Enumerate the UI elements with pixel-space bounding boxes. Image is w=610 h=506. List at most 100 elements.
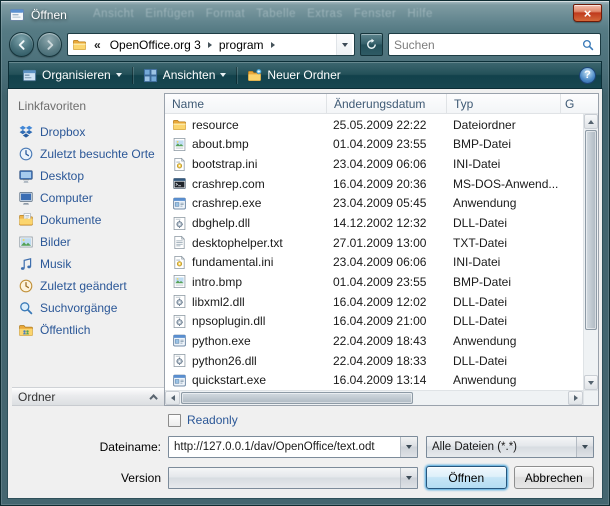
window-title: Öffnen xyxy=(31,8,67,22)
scroll-up-button[interactable] xyxy=(584,114,598,129)
column-header-date[interactable]: Änderungsdatum xyxy=(327,94,447,113)
sidebar-item[interactable]: Öffentlich xyxy=(12,319,164,341)
sidebar-item[interactable]: Suchvorgänge xyxy=(12,297,164,319)
file-name-cell[interactable]: crashrep.exe xyxy=(165,196,327,211)
file-row[interactable]: intro.bmp 01.04.2009 23:55 BMP-Datei xyxy=(165,272,583,292)
file-type-icon xyxy=(172,373,187,388)
filename-combobox[interactable]: http://127.0.0.1/dav/OpenOffice/text.odt xyxy=(168,436,418,458)
breadcrumb-item[interactable]: program xyxy=(214,38,269,52)
sidebar-item[interactable]: Zuletzt geändert xyxy=(12,275,164,297)
file-row[interactable]: libxml2.dll 16.04.2009 12:02 DLL-Datei xyxy=(165,292,583,312)
sidebar-item[interactable]: Zuletzt besuchte Orte xyxy=(12,143,164,165)
filename-dropdown-button[interactable] xyxy=(400,437,417,457)
file-name-cell[interactable]: bootstrap.ini xyxy=(165,157,327,172)
file-name-cell[interactable]: npsoplugin.dll xyxy=(165,314,327,329)
file-name-cell[interactable]: intro.bmp xyxy=(165,274,327,289)
breadcrumb-item[interactable]: OpenOffice.org 3 xyxy=(105,38,206,52)
file-row[interactable]: crashrep.exe 23.04.2009 05:45 Anwendung xyxy=(165,194,583,214)
close-button[interactable]: × xyxy=(573,4,602,22)
vertical-scroll-thumb[interactable] xyxy=(585,130,597,330)
file-typename-cell: INI-Datei xyxy=(447,157,561,171)
column-header-name[interactable]: Name xyxy=(165,94,327,113)
file-row[interactable]: dbghelp.dll 14.12.2002 12:32 DLL-Datei xyxy=(165,213,583,233)
file-name-cell[interactable]: libxml2.dll xyxy=(165,294,327,309)
folders-expander[interactable]: Ordner xyxy=(12,387,164,406)
scroll-down-button[interactable] xyxy=(584,375,598,390)
filetype-dropdown-button[interactable] xyxy=(576,437,593,457)
filename-value[interactable]: http://127.0.0.1/dav/OpenOffice/text.odt xyxy=(169,437,400,457)
file-name: quickstart.exe xyxy=(192,373,266,387)
scroll-left-button[interactable] xyxy=(165,391,180,405)
scroll-right-button[interactable] xyxy=(568,391,583,405)
version-combobox[interactable] xyxy=(168,467,418,489)
horizontal-scrollbar[interactable] xyxy=(165,391,583,405)
file-type-icon xyxy=(172,196,187,211)
file-row[interactable]: fundamental.ini 23.04.2009 06:06 INI-Dat… xyxy=(165,252,583,272)
sidebar-item[interactable]: Computer xyxy=(12,187,164,209)
breadcrumb-separator-icon[interactable] xyxy=(271,42,275,48)
file-name-cell[interactable]: dbghelp.dll xyxy=(165,216,327,231)
file-list-pane: Name Änderungsdatum Typ G resource 25.05… xyxy=(164,93,599,406)
file-name-cell[interactable]: python.exe xyxy=(165,333,327,348)
address-bar[interactable]: « OpenOffice.org 3 program xyxy=(67,33,355,56)
sidebar-item[interactable]: Musik xyxy=(12,253,164,275)
file-typename-cell: DLL-Datei xyxy=(447,295,561,309)
file-row[interactable]: bootstrap.ini 23.04.2009 06:06 INI-Datei xyxy=(165,154,583,174)
sidebar-item[interactable]: Bilder xyxy=(12,231,164,253)
file-row[interactable]: python.exe 22.04.2009 18:43 Anwendung xyxy=(165,331,583,351)
vertical-scrollbar[interactable] xyxy=(583,114,598,390)
file-date-cell: 01.04.2009 23:55 xyxy=(327,137,447,151)
views-button[interactable]: Ansichten xyxy=(135,65,235,86)
organize-button[interactable]: Organisieren xyxy=(14,65,130,86)
help-button[interactable]: ? xyxy=(579,67,596,84)
filetype-value[interactable]: Alle Dateien (*.*) xyxy=(427,437,576,457)
forward-button[interactable] xyxy=(37,32,62,57)
version-dropdown-button[interactable] xyxy=(400,468,417,488)
breadcrumb-separator-icon[interactable] xyxy=(208,42,212,48)
horizontal-scroll-thumb[interactable] xyxy=(181,392,413,404)
search-icon[interactable] xyxy=(581,38,595,52)
sidebar-item[interactable]: Desktop xyxy=(12,165,164,187)
file-name-cell[interactable]: resource xyxy=(165,117,327,132)
file-name-cell[interactable]: fundamental.ini xyxy=(165,255,327,270)
sidebar-item[interactable]: Dokumente xyxy=(12,209,164,231)
file-name-cell[interactable]: desktophelper.txt xyxy=(165,235,327,250)
file-row[interactable]: about.bmp 01.04.2009 23:55 BMP-Datei xyxy=(165,135,583,155)
file-date-cell: 25.05.2009 22:22 xyxy=(327,118,447,132)
cancel-button[interactable]: Abbrechen xyxy=(514,466,595,489)
file-row[interactable]: npsoplugin.dll 16.04.2009 21:00 DLL-Date… xyxy=(165,311,583,331)
file-row[interactable]: quickstart.exe 16.04.2009 13:14 Anwendun… xyxy=(165,370,583,390)
file-typename-cell: INI-Datei xyxy=(447,255,561,269)
back-button[interactable] xyxy=(9,32,34,57)
file-row[interactable]: desktophelper.txt 27.01.2009 13:00 TXT-D… xyxy=(165,233,583,253)
file-name-cell[interactable]: quickstart.exe xyxy=(165,373,327,388)
readonly-checkbox[interactable] xyxy=(168,414,181,427)
search-box[interactable]: Suchen xyxy=(388,33,601,56)
search-placeholder: Suchen xyxy=(394,38,581,52)
open-button[interactable]: Öffnen xyxy=(426,466,507,489)
vertical-scroll-track[interactable] xyxy=(584,129,598,375)
refresh-button[interactable] xyxy=(360,33,383,56)
sidebar-item[interactable]: Dropbox xyxy=(12,121,164,143)
file-name-cell[interactable]: about.bmp xyxy=(165,137,327,152)
file-name: python26.dll xyxy=(192,354,257,368)
file-name: crashrep.exe xyxy=(192,196,261,210)
filetype-combobox[interactable]: Alle Dateien (*.*) xyxy=(426,436,594,458)
file-typename-cell: MS-DOS-Anwend... xyxy=(447,177,561,191)
file-name-cell[interactable]: python26.dll xyxy=(165,353,327,368)
file-name: npsoplugin.dll xyxy=(192,314,265,328)
new-folder-button[interactable]: Neuer Ordner xyxy=(239,65,348,86)
file-row[interactable]: python26.dll 22.04.2009 18:33 DLL-Datei xyxy=(165,351,583,371)
column-header-type[interactable]: Typ xyxy=(447,94,561,113)
address-dropdown-button[interactable] xyxy=(336,34,352,55)
file-row[interactable]: crashrep.com 16.04.2009 20:36 MS-DOS-Anw… xyxy=(165,174,583,194)
horizontal-scroll-track[interactable] xyxy=(180,391,568,405)
breadcrumb-overflow-button[interactable]: « xyxy=(90,38,105,52)
file-row[interactable]: resource 25.05.2009 22:22 Dateiordner xyxy=(165,115,583,135)
version-value[interactable] xyxy=(169,468,400,488)
chevron-down-icon xyxy=(582,445,588,449)
readonly-label[interactable]: Readonly xyxy=(187,413,238,427)
file-name-cell[interactable]: crashrep.com xyxy=(165,176,327,191)
column-header-size[interactable]: G xyxy=(561,94,598,113)
titlebar[interactable]: Öffnen Ansicht Einfügen Format Tabelle E… xyxy=(1,1,609,28)
